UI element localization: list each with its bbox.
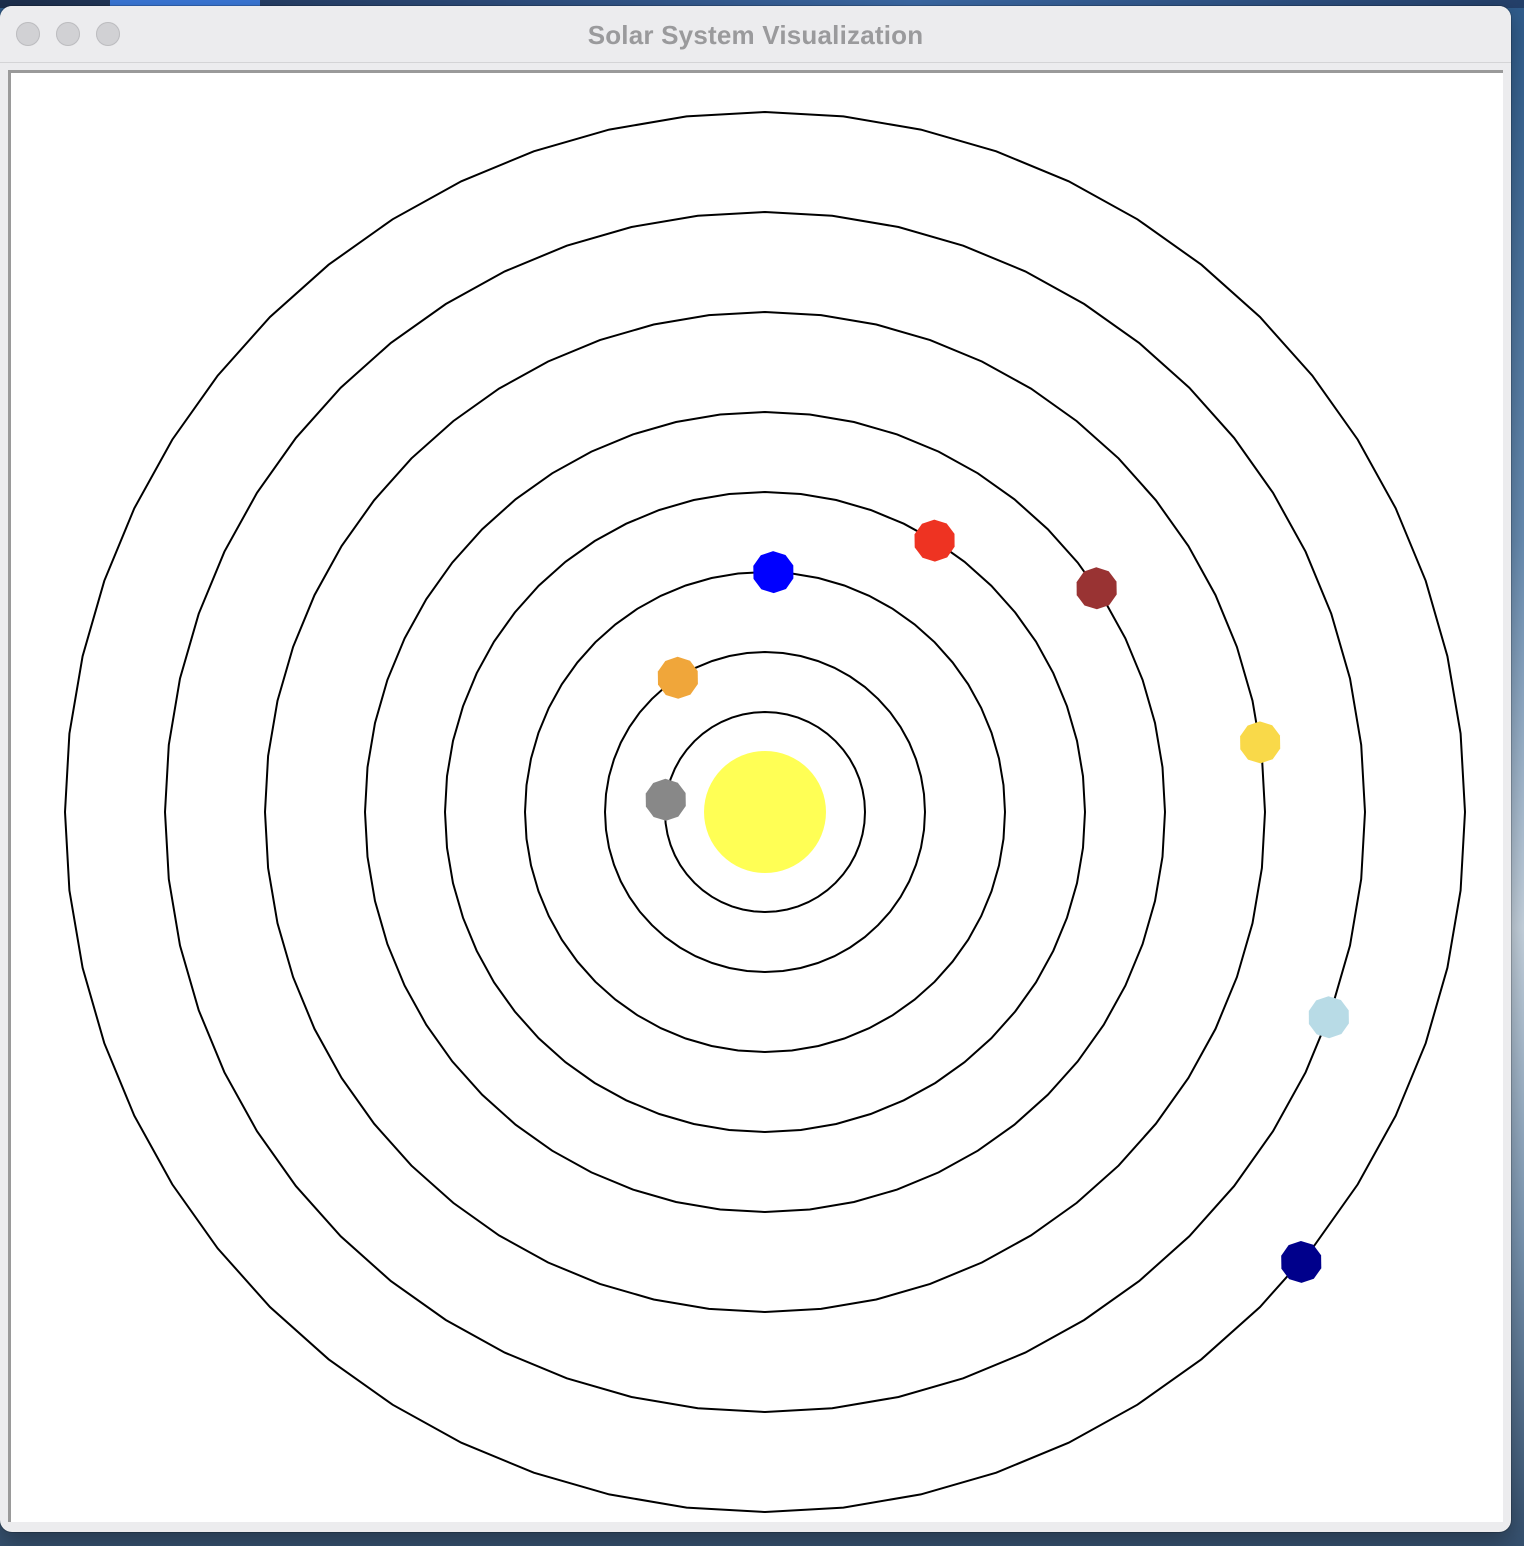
planet-saturn xyxy=(1240,721,1281,764)
app-window: Solar System Visualization xyxy=(0,6,1511,1532)
solar-system-drawing xyxy=(63,110,1467,1514)
planet-mars xyxy=(914,519,955,562)
planet-earth xyxy=(753,551,794,594)
planet-venus xyxy=(657,656,698,699)
sun xyxy=(704,751,826,873)
planet-mercury xyxy=(645,778,686,821)
planet-jupiter xyxy=(1076,567,1117,610)
planet-uranus xyxy=(1308,996,1349,1039)
title-bar[interactable]: Solar System Visualization xyxy=(0,6,1511,63)
window-title: Solar System Visualization xyxy=(587,20,924,50)
drawing-canvas xyxy=(8,70,1503,1522)
